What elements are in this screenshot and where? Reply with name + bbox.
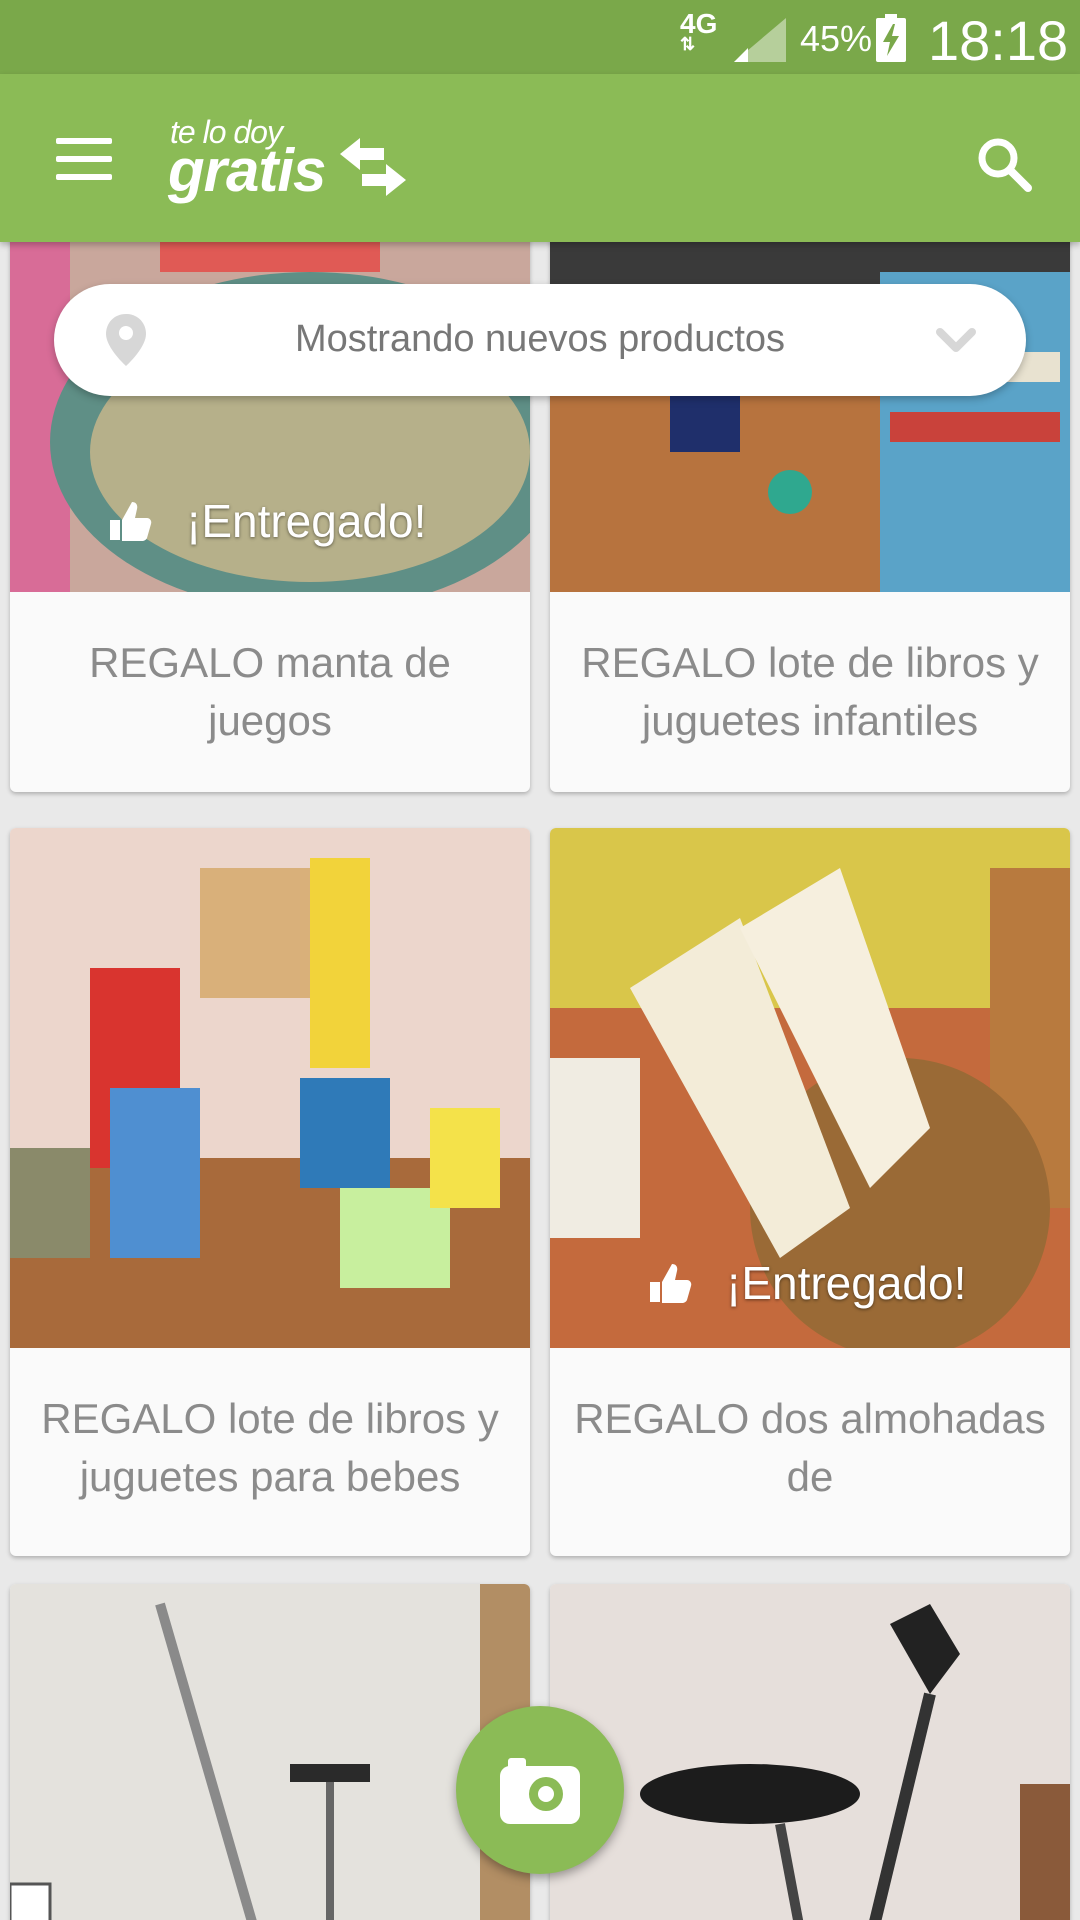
delivered-label: ¡Entregado! — [726, 1257, 967, 1309]
product-title: REGALO lote de libros y juguetes para be… — [41, 1395, 499, 1500]
exchange-arrows-icon — [340, 138, 406, 196]
delivered-badge: ¡Entregado! — [106, 494, 426, 548]
product-image — [550, 1584, 1070, 1920]
network-indicator: 4G ⇅ — [680, 8, 717, 55]
delivered-label: ¡Entregado! — [186, 495, 427, 547]
chevron-down-icon[interactable] — [934, 320, 978, 360]
clock: 18:18 — [928, 9, 1069, 72]
thumbs-up-icon — [110, 502, 152, 541]
camera-fab-button[interactable] — [456, 1706, 624, 1874]
status-bar: 4G ⇅ 45% 18:18 — [0, 0, 1080, 74]
product-image — [10, 1584, 530, 1920]
location-filter-label: Mostrando nuevos productos — [294, 318, 786, 360]
product-title: REGALO lote de libros y juguetes infanti… — [581, 639, 1039, 744]
hamburger-menu-icon[interactable] — [40, 124, 120, 194]
app-logo[interactable]: te lo doy gratis — [168, 114, 428, 214]
camera-icon — [500, 1758, 580, 1824]
product-card[interactable]: REGALO lote de libros y juguetes para be… — [10, 828, 530, 1556]
product-card[interactable]: ¡Entregado! REGALO dos almohadas de — [550, 828, 1070, 1556]
logo-wordmark: gratis — [168, 137, 326, 204]
product-grid: ¡Entregado! REGALO manta de juegos REGAL… — [0, 242, 1080, 1920]
search-icon[interactable] — [970, 130, 1040, 200]
product-title: REGALO manta de juegos — [89, 639, 451, 744]
product-title: REGALO dos almohadas de — [574, 1395, 1046, 1500]
battery-charging-icon — [876, 14, 906, 62]
battery-percent: 45% — [800, 18, 873, 59]
app-bar: te lo doy gratis — [0, 74, 1080, 242]
signal-icon — [734, 18, 786, 62]
product-image — [10, 828, 530, 1348]
delivered-badge: ¡Entregado! — [646, 1256, 966, 1310]
product-card[interactable] — [550, 1584, 1070, 1920]
product-card[interactable] — [10, 1584, 530, 1920]
thumbs-up-icon — [650, 1264, 692, 1303]
location-filter[interactable]: Mostrando nuevos productos — [54, 284, 1026, 396]
